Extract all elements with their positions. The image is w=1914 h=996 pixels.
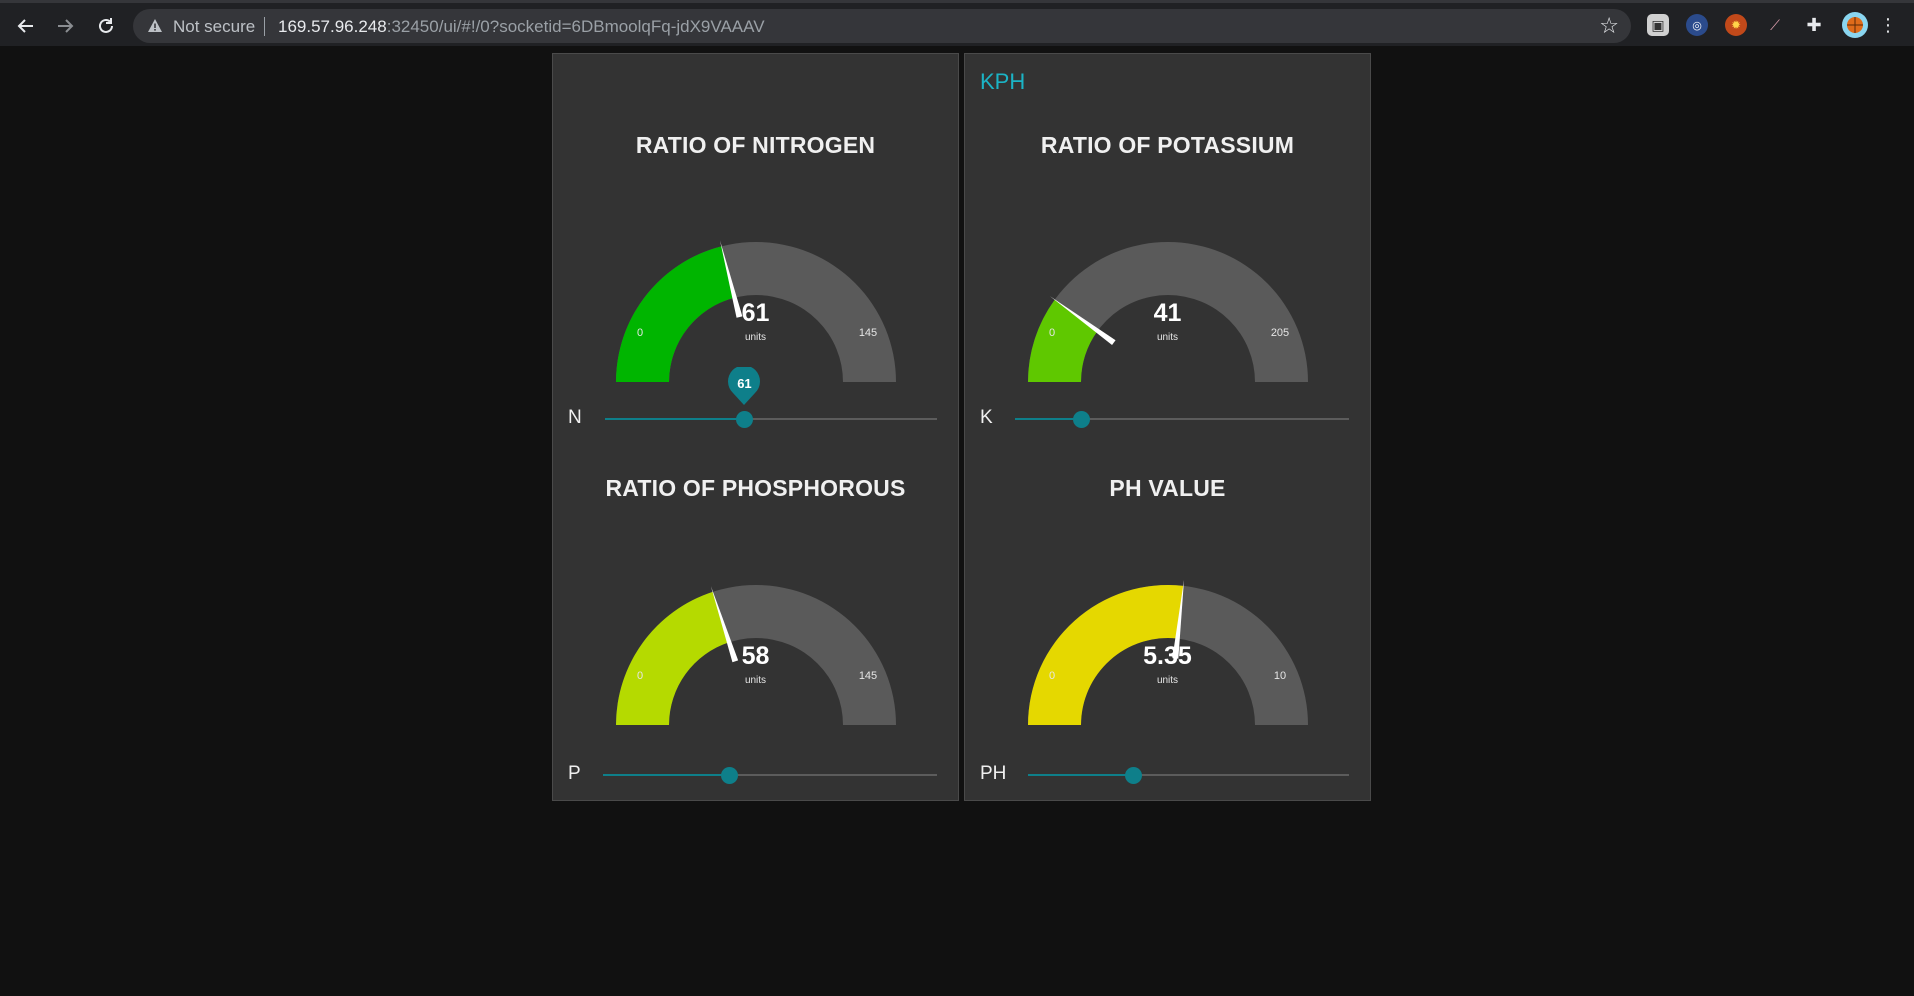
gauge-min: 0 bbox=[1048, 327, 1056, 339]
gauge-max: 145 bbox=[858, 670, 878, 682]
extension-icon[interactable]: ✹ bbox=[1725, 14, 1747, 36]
gauge-potassium: RATIO OF POTASSIUM 41 units 0 205 bbox=[965, 132, 1370, 392]
gauge-ph: PH VALUE 5.35 units 0 10 bbox=[965, 475, 1370, 735]
back-arrow-icon[interactable] bbox=[12, 12, 40, 40]
slider-value-pin: 61 bbox=[727, 365, 761, 407]
slider-label: PH bbox=[980, 763, 1007, 784]
extension-icon[interactable]: ◎ bbox=[1686, 14, 1708, 36]
gauge-units: units bbox=[744, 675, 767, 686]
gauge-phosphorous: RATIO OF PHOSPHOROUS 58 units 0 145 bbox=[553, 475, 958, 735]
group-title: KPH bbox=[980, 69, 1026, 94]
slider-fill bbox=[1015, 418, 1082, 420]
star-icon[interactable]: ☆ bbox=[1599, 13, 1619, 39]
gauge-nitrogen: RATIO OF NITROGEN 61 units 0 145 bbox=[553, 132, 958, 392]
slider-label: K bbox=[980, 407, 993, 428]
puzzle-icon[interactable]: ✚ bbox=[1803, 14, 1825, 36]
gauge-dial bbox=[616, 240, 896, 382]
extension-icon[interactable]: ▣ bbox=[1647, 14, 1669, 36]
gauge-value: 5.35 bbox=[1143, 642, 1192, 670]
address-bar[interactable]: Not secure 169.57.96.248:32450/ui/#!/0?s… bbox=[133, 9, 1631, 43]
menu-dots-icon[interactable]: ⋮ bbox=[1879, 14, 1897, 36]
gauge-max: 205 bbox=[1270, 327, 1290, 339]
slider-k[interactable]: K bbox=[965, 403, 1370, 433]
url-host: 169.57.96.248 bbox=[278, 17, 387, 36]
forward-arrow-icon[interactable] bbox=[51, 12, 79, 40]
slider-thumb[interactable] bbox=[1073, 411, 1091, 428]
slider-label: P bbox=[568, 763, 581, 784]
gauge-units: units bbox=[744, 332, 767, 343]
reload-icon[interactable] bbox=[92, 12, 120, 40]
gauge-dial bbox=[1028, 242, 1308, 382]
gauge-value: 61 bbox=[741, 299, 770, 327]
gauge-dial bbox=[1028, 579, 1308, 725]
gauge-units: units bbox=[1156, 675, 1179, 686]
gauge-min: 0 bbox=[1048, 670, 1056, 682]
gauge-min: 0 bbox=[636, 327, 644, 339]
extension-icon[interactable]: ⟋ bbox=[1764, 14, 1786, 36]
slider-fill bbox=[603, 774, 730, 776]
gauge-max: 10 bbox=[1273, 670, 1287, 682]
url-text[interactable]: 169.57.96.248:32450/ui/#!/0?socketid=6DB… bbox=[278, 17, 765, 37]
not-secure-label: Not secure bbox=[173, 17, 256, 36]
gauge-max: 145 bbox=[858, 327, 878, 339]
gauge-min: 0 bbox=[636, 670, 644, 682]
slider-n[interactable]: N 61 bbox=[553, 365, 958, 433]
gauge-value: 58 bbox=[741, 642, 770, 670]
left-card: RATIO OF NITROGEN 61 units 0 145 N 61 RA… bbox=[552, 53, 959, 801]
slider-fill bbox=[1028, 774, 1134, 776]
slider-fill bbox=[605, 418, 745, 420]
slider-thumb[interactable] bbox=[735, 411, 753, 428]
gauge-dial bbox=[616, 585, 896, 725]
gauge-units: units bbox=[1156, 332, 1179, 343]
slider-p[interactable]: P bbox=[553, 759, 958, 789]
slider-ph[interactable]: PH bbox=[965, 759, 1370, 789]
url-path: :32450/ui/#!/0?socketid=6DBmoolqFq-jdX9V… bbox=[386, 17, 765, 36]
gauge-value: 41 bbox=[1153, 299, 1182, 327]
profile-avatar-icon[interactable] bbox=[1842, 12, 1868, 38]
omnibox-separator bbox=[264, 17, 265, 36]
slider-thumb[interactable] bbox=[1125, 767, 1143, 784]
slider-thumb[interactable] bbox=[721, 767, 739, 784]
browser-toolbar: Not secure 169.57.96.248:32450/ui/#!/0?s… bbox=[0, 0, 1914, 46]
slider-label: N bbox=[568, 407, 582, 428]
warning-icon bbox=[148, 19, 162, 32]
slider-pin-value: 61 bbox=[737, 376, 752, 391]
right-card-kph: KPH RATIO OF POTASSIUM 41 units 0 205 K … bbox=[964, 53, 1371, 801]
